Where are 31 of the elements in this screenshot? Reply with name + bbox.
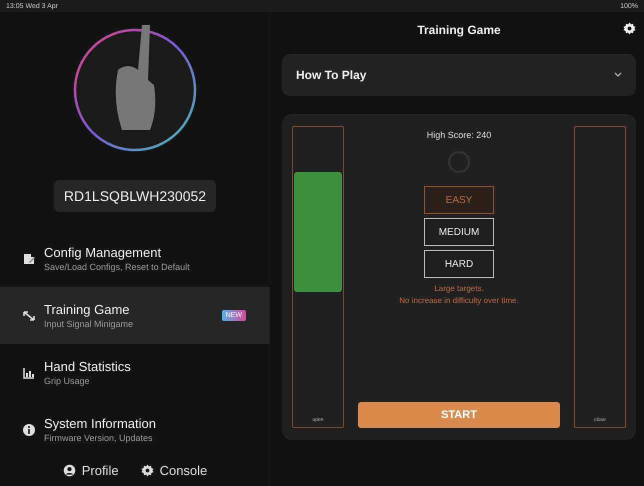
difficulty-button[interactable]: HARD: [424, 250, 494, 278]
device-id: RD1LSQBLWH230052: [54, 180, 216, 212]
user-icon: [62, 464, 76, 477]
bar-chart-icon: [22, 366, 36, 380]
item-title: Config Management: [44, 245, 162, 260]
sidebar-item[interactable]: Config Management Save/Load Configs, Reset to Default: [0, 230, 270, 287]
item-subtitle: Grip Usage: [44, 376, 91, 386]
console-button[interactable]: Console: [140, 463, 208, 478]
page-title: Training Game: [417, 23, 501, 37]
chevron-icon: [614, 72, 622, 78]
item-title: Hand Statistics: [44, 359, 132, 374]
arrows-icon: [22, 308, 36, 322]
settings-button[interactable]: [623, 22, 636, 35]
settings-icon: [140, 464, 154, 477]
how-to-play-accordion[interactable]: How To Play: [282, 54, 636, 96]
difficulty-description: No increase in difficulty over time.: [399, 296, 519, 306]
high-score: High Score: 240: [426, 130, 492, 140]
item-subtitle: Input Signal Minigame: [44, 319, 134, 329]
settings-icon: [623, 22, 636, 35]
item-title: System Information: [44, 416, 157, 431]
difficulty-button[interactable]: EASY: [424, 186, 494, 214]
item-subtitle: Save/Load Configs, Reset to Default: [44, 262, 191, 272]
document-edit-icon: [22, 252, 36, 266]
profile-button[interactable]: Profile: [62, 463, 119, 478]
difficulty-description: Large targets.: [434, 284, 484, 294]
difficulty-button[interactable]: MEDIUM: [424, 218, 494, 246]
item-title: Training Game: [44, 302, 130, 317]
info-icon: [22, 422, 36, 436]
sidebar-item[interactable]: Hand Statistics Grip Usage: [0, 344, 270, 401]
item-subtitle: Firmware Version, Updates: [44, 433, 154, 443]
sidebar-item[interactable]: System Information Firmware Version, Updates: [0, 401, 270, 458]
